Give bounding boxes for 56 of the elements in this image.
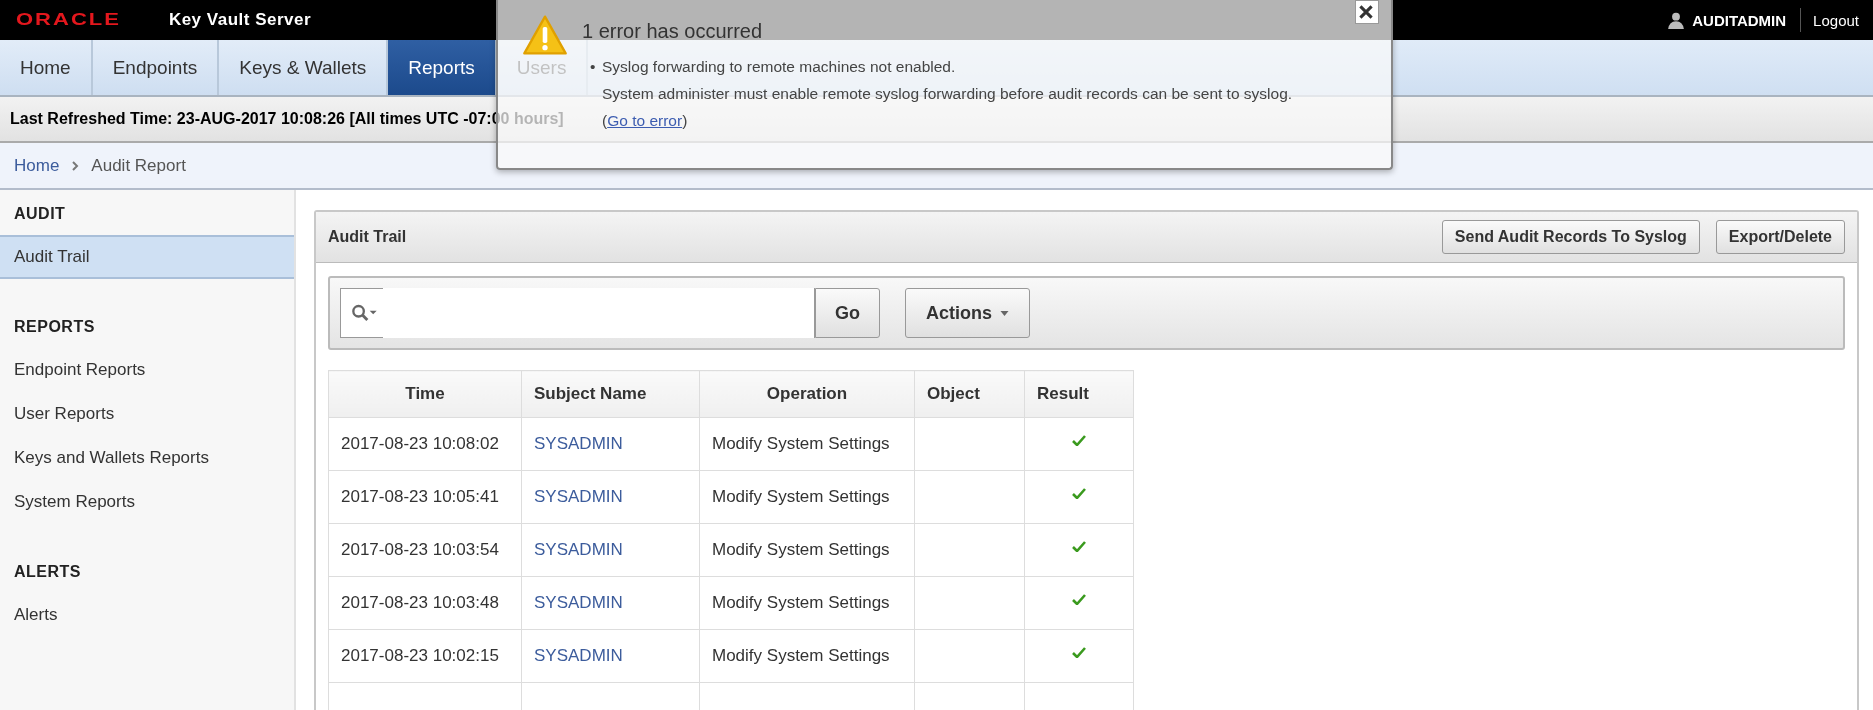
sidebar-item[interactable]: Endpoint Reports: [0, 348, 294, 392]
column-header: Subject Name: [521, 370, 700, 418]
caret-icon: [1000, 310, 1009, 316]
warning-icon: [522, 14, 568, 56]
column-header: Operation: [699, 370, 915, 418]
table-cell: Modify System Settings: [699, 523, 915, 577]
subject-link[interactable]: SYSADMIN: [521, 523, 700, 577]
go-button[interactable]: Go: [815, 288, 880, 338]
sidebar-item[interactable]: System Reports: [0, 480, 294, 524]
sidebar-item[interactable]: Audit Trail: [0, 235, 294, 279]
sidebar-item[interactable]: Alerts: [0, 593, 294, 637]
user-icon: [1667, 11, 1686, 29]
table-cell: 2017-08-23 10:03:54: [328, 523, 522, 577]
search-field[interactable]: [340, 288, 815, 338]
error-message: Syslog forwarding to remote machines not enabled.: [602, 57, 957, 77]
sidebar-heading: ALERTS: [13, 562, 82, 582]
nav-tab[interactable]: Reports: [388, 40, 497, 95]
toolbar-button[interactable]: Export/Delete: [1715, 220, 1845, 254]
chevron-icon: [71, 160, 80, 171]
panel-title: Audit Trail: [328, 228, 407, 246]
dialog-title: 1 error has occurred: [582, 20, 764, 43]
sidebar-heading: AUDIT: [13, 204, 67, 224]
table-cell: 2017-08-23 10:05:41: [328, 470, 522, 524]
table-cell: 2017-08-23 10:03:48: [328, 576, 522, 630]
table-cell: 2017-08-23 10:02:15: [328, 629, 522, 683]
subject-link[interactable]: SYSADMIN: [521, 576, 700, 630]
close-button[interactable]: [1355, 0, 1379, 24]
subject-link[interactable]: SYSADMIN: [521, 629, 700, 683]
paren-text: (: [602, 112, 608, 129]
table-cell: 2017-08-23 10:08:02: [328, 417, 522, 471]
username: AUDITADMIN: [1692, 11, 1787, 29]
sidebar-item[interactable]: Keys and Wallets Reports: [0, 436, 294, 480]
column-header: Time: [328, 370, 522, 418]
breadcrumb-link[interactable]: Home: [14, 155, 60, 176]
sidebar-item[interactable]: User Reports: [0, 392, 294, 436]
sidebar-heading: REPORTS: [13, 317, 96, 337]
logout-link[interactable]: Logout: [1813, 11, 1859, 29]
table-cell: Modify System Settings: [699, 576, 915, 630]
table-cell: Modify System Settings: [699, 470, 915, 524]
bullet-text: •: [590, 57, 597, 77]
table-cell: Modify System Settings: [699, 417, 915, 471]
logo: ORACLE: [16, 10, 121, 30]
column-header: Object: [914, 370, 1025, 418]
close-icon: [1359, 5, 1373, 19]
subject-link[interactable]: SYSADMIN: [521, 417, 700, 471]
breadcrumb-current: Audit Report: [91, 155, 186, 176]
paren-text: ): [682, 112, 688, 129]
actions-button[interactable]: Actions: [905, 288, 1030, 338]
subject-link[interactable]: SYSADMIN: [521, 470, 700, 524]
column-header: Result: [1024, 370, 1134, 418]
search-icon: [351, 303, 379, 323]
toolbar-button[interactable]: Send Audit Records To Syslog: [1441, 220, 1700, 254]
error-detail: System administer must enable remote syslog forwarding before audit records can be sent to syslog.: [602, 84, 1293, 104]
table-cell: Modify System Settings: [699, 629, 915, 683]
refresh-time-text: Last Refreshed Time: 23-AUG-2017 10:08:26 [All times UTC -07:00 hours]: [10, 110, 564, 128]
product-title: Key Vault Server: [168, 10, 312, 30]
